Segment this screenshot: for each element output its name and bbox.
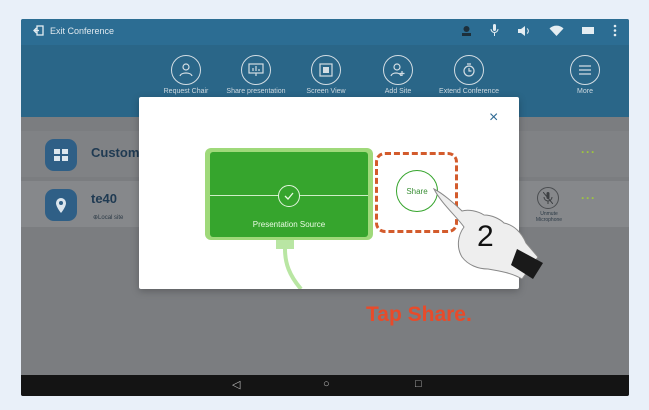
more-options-icon[interactable]: ··· [581,145,596,159]
request-chair-icon [171,55,201,85]
request-chair-button[interactable]: Request Chair [156,55,216,95]
more-vertical-icon[interactable] [613,24,617,37]
instruction-text: Tap Share. [366,303,472,326]
home-icon[interactable]: ○ [323,378,330,390]
exit-icon [33,25,44,36]
row-subtitle: ⊕Local site [93,215,124,221]
extend-conference-button[interactable]: Extend Conference [439,55,499,95]
recent-apps-icon[interactable]: □ [415,378,422,390]
back-icon[interactable]: ◁ [232,378,240,391]
extend-conference-label: Extend Conference [439,88,499,95]
presentation-icon [241,55,271,85]
more-button[interactable]: More [555,55,615,95]
android-nav-bar: ◁ ○ □ [21,375,629,396]
more-options-icon[interactable]: ··· [581,191,596,205]
exit-conference-button[interactable]: Exit Conference [33,25,114,36]
presentation-source-card: Presentation Source [205,148,373,240]
grid-icon [45,139,77,171]
exit-conference-label: Exit Conference [50,25,115,36]
screen-view-label: Screen View [306,88,346,95]
request-chair-label: Request Chair [163,88,209,95]
location-pin-icon [45,189,77,221]
cable-illustration [276,237,303,289]
menu-icon [570,55,600,85]
close-icon[interactable]: × [489,109,498,127]
person-icon [462,25,471,36]
add-site-button[interactable]: Add Site [368,55,428,95]
status-bar: Exit Conference [21,19,629,45]
share-label: Share [406,186,428,196]
add-site-icon [383,55,413,85]
more-label: More [577,88,593,95]
row-title: Custom [91,145,140,160]
wifi-icon [549,25,564,36]
battery-icon [582,27,594,34]
row-title: te40 [91,191,118,206]
tutorial-frame: Exit Conference Request Chair Share pres… [0,0,649,410]
screen-view-button[interactable]: Screen View [296,55,356,95]
presentation-source-label: Presentation Source [252,220,326,229]
mic-icon[interactable] [490,24,499,37]
extend-conference-icon [454,55,484,85]
share-presentation-button[interactable]: Share presentation [226,55,286,95]
step-number: 2 [477,220,494,253]
share-presentation-label: Share presentation [226,88,286,95]
check-icon [278,185,300,207]
speaker-icon[interactable] [517,25,531,37]
add-site-label: Add Site [384,88,412,95]
screen-view-icon [311,55,341,85]
